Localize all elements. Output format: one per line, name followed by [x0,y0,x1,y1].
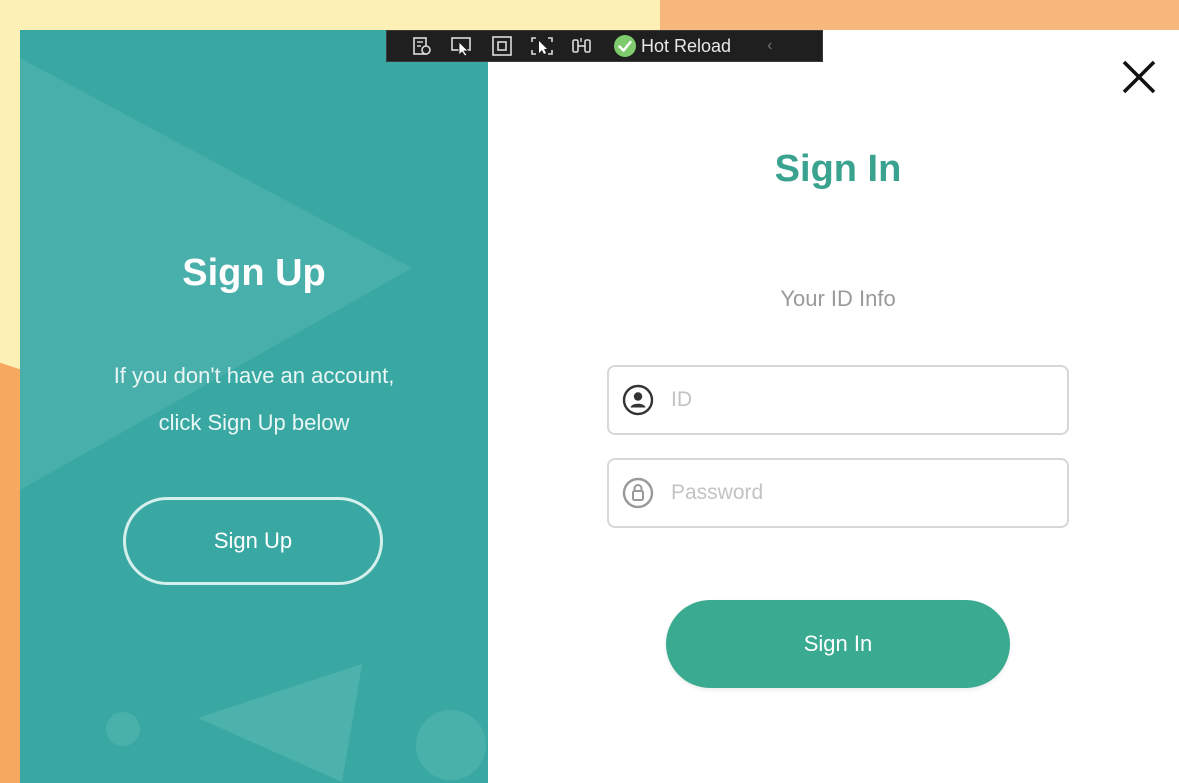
id-field[interactable] [607,365,1069,435]
id-input[interactable] [671,388,1051,412]
collapse-toolbar-chevron-icon[interactable]: ‹ [767,37,772,55]
select-element-icon[interactable] [449,35,475,57]
display-adorners-icon[interactable] [489,35,515,57]
close-icon [1122,60,1156,94]
hot-reload-label: Hot Reload [641,35,732,56]
signup-title: Sign Up [182,252,326,294]
debug-toolbar: Hot Reload ‹ [386,30,823,62]
user-icon [621,383,655,417]
checkmark-circle-icon [614,35,636,57]
signup-button[interactable]: Sign Up [123,497,383,585]
decorative-triangle-small [198,664,362,782]
live-visual-tree-icon[interactable] [409,35,435,57]
signup-description-line-2: click Sign Up below [158,410,350,435]
hot-reload-status[interactable]: Hot Reload [613,34,731,58]
binding-failures-icon[interactable] [569,35,595,57]
decorative-circle-small [106,712,140,746]
signin-button[interactable]: Sign In [666,600,1010,688]
signup-panel: Sign Up If you don't have an account, cl… [20,30,488,783]
decorative-circle-large [416,710,486,780]
login-window: Sign Up If you don't have an account, cl… [20,30,1179,783]
signup-description-line-1: If you don't have an account, [113,363,395,388]
lock-icon [621,476,655,510]
password-field[interactable] [607,458,1069,528]
track-focus-icon[interactable] [529,35,555,57]
signin-title: Sign In [774,148,902,190]
id-info-subtitle: Your ID Info [780,286,896,311]
signup-description: If you don't have an account, click Sign… [60,352,448,446]
password-input[interactable] [671,481,1051,505]
close-button[interactable] [1118,56,1160,98]
